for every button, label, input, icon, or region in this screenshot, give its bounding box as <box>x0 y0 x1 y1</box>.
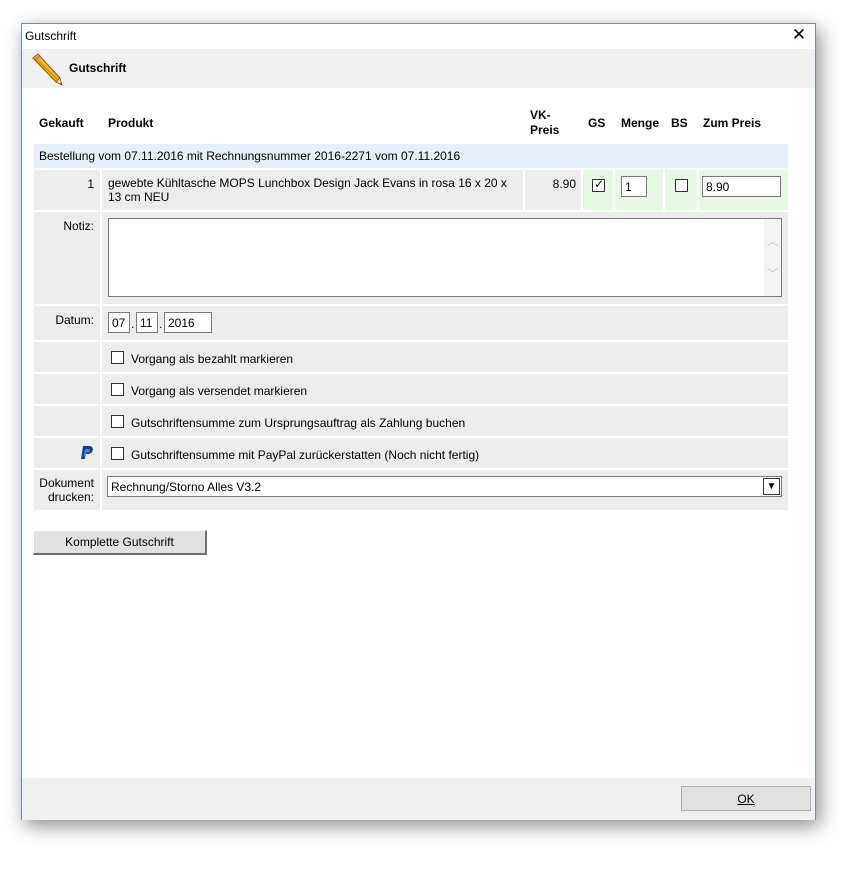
column-bs: BS <box>671 116 688 130</box>
item-menge-cell <box>615 170 663 210</box>
komplette-gutschrift-button[interactable]: Komplette Gutschrift <box>33 530 207 555</box>
option-row-zahlung: Gutschriftensumme zum Ursprungsauftrag a… <box>34 406 788 436</box>
check-mark-icon: ✓ <box>594 177 605 191</box>
dokument-selected: Rechnung/Storno Alles V3.2 <box>111 480 262 494</box>
notiz-row: Notiz: ︿ ﹀ <box>34 212 788 304</box>
datum-year-input[interactable] <box>164 312 212 333</box>
option-label-cell <box>34 342 100 372</box>
item-vk-preis-cell: 8.90 <box>525 170 581 210</box>
dokument-field-cell: Rechnung/Storno Alles V3.2 ▼ <box>102 470 788 510</box>
column-menge: Menge <box>621 116 660 130</box>
zum-preis-input[interactable] <box>702 176 781 197</box>
dokument-label-line1: Dokument <box>39 476 94 490</box>
order-description: Bestellung vom 07.11.2016 mit Rechnungsn… <box>39 149 461 163</box>
dialog-header: Gutschrift <box>22 49 815 88</box>
option-row-versendet: Vorgang als versendet markieren <box>34 374 788 404</box>
notiz-label-cell: Notiz: <box>34 212 100 304</box>
dokument-row: Dokument drucken: Rechnung/Storno Alles … <box>34 470 788 510</box>
column-gs: GS <box>588 116 606 130</box>
item-gs-cell: ✓ <box>583 170 613 210</box>
option-row-paypal: Gutschriftensumme mit PayPal zurückersta… <box>34 438 788 468</box>
datum-day-input[interactable] <box>108 312 130 333</box>
datum-row: Datum: . . <box>34 306 788 340</box>
item-row: 1 gewebte Kühltasche MOPS Lunchbox Desig… <box>34 170 788 210</box>
close-icon[interactable]: ✕ <box>791 26 807 44</box>
notiz-label: Notiz: <box>63 219 94 233</box>
ok-button[interactable]: OK <box>681 786 811 811</box>
order-info-row: Bestellung vom 07.11.2016 mit Rechnungsn… <box>34 144 788 168</box>
column-vk-preis-line2: Preis <box>530 123 560 137</box>
datum-separator: . <box>131 317 135 331</box>
dokument-select[interactable]: Rechnung/Storno Alles V3.2 ▼ <box>107 476 782 497</box>
paypal-icon-cell <box>34 438 100 468</box>
window-title: Gutschrift <box>25 29 77 43</box>
header-title: Gutschrift <box>69 61 127 75</box>
item-bs-cell <box>665 170 697 210</box>
dokument-label-line2: drucken: <box>47 490 94 504</box>
option-field-cell: Vorgang als versendet markieren <box>102 374 788 404</box>
datum-separator: . <box>159 317 163 331</box>
item-zum-preis-cell <box>699 170 788 210</box>
item-gekauft-cell: 1 <box>34 170 100 210</box>
bezahlt-checkbox[interactable] <box>111 351 124 364</box>
item-gekauft: 1 <box>87 177 94 191</box>
option-field-cell: Gutschriftensumme zum Ursprungsauftrag a… <box>102 406 788 436</box>
datum-label-cell: Datum: <box>34 306 100 340</box>
menge-input[interactable] <box>621 176 647 197</box>
datum-month-input[interactable] <box>136 312 158 333</box>
notiz-field-cell: ︿ ﹀ <box>102 212 788 304</box>
scroll-up-icon[interactable]: ︿ <box>766 233 779 248</box>
bs-checkbox[interactable] <box>675 179 688 192</box>
gutschrift-dialog: Gutschrift ✕ Gutschrift Gekauft Produkt … <box>21 23 816 820</box>
pencil-icon <box>32 53 63 86</box>
column-zum-preis: Zum Preis <box>703 116 762 130</box>
gs-checkbox[interactable]: ✓ <box>592 177 605 192</box>
item-produkt-cell: gewebte Kühltasche MOPS Lunchbox Design … <box>102 170 523 210</box>
paypal-icon <box>81 446 93 459</box>
option-label-cell <box>34 374 100 404</box>
versendet-checkbox[interactable] <box>111 383 124 396</box>
option-field-cell: Vorgang als bezahlt markieren <box>102 342 788 372</box>
chevron-down-icon[interactable]: ▼ <box>763 478 780 495</box>
zahlung-checkbox[interactable] <box>111 415 124 428</box>
dialog-footer: OK <box>22 778 815 820</box>
dokument-label-cell: Dokument drucken: <box>34 470 100 510</box>
title-bar: Gutschrift ✕ <box>22 24 815 48</box>
bezahlt-label[interactable]: Vorgang als bezahlt markieren <box>131 352 293 366</box>
notiz-scrollbar[interactable]: ︿ ﹀ <box>764 219 781 296</box>
option-label-cell <box>34 406 100 436</box>
scroll-down-icon[interactable]: ﹀ <box>766 265 779 280</box>
versendet-label[interactable]: Vorgang als versendet markieren <box>131 384 307 398</box>
option-row-bezahlt: Vorgang als bezahlt markieren <box>34 342 788 372</box>
zahlung-label[interactable]: Gutschriftensumme zum Ursprungsauftrag a… <box>131 416 465 430</box>
paypal-checkbox[interactable] <box>111 447 124 460</box>
column-produkt: Produkt <box>108 116 154 130</box>
paypal-label[interactable]: Gutschriftensumme mit PayPal zurückersta… <box>131 448 479 462</box>
datum-label: Datum: <box>55 313 94 327</box>
item-produkt: gewebte Kühltasche MOPS Lunchbox Design … <box>108 176 507 204</box>
column-gekauft: Gekauft <box>39 116 84 130</box>
column-vk-preis-line1: VK- <box>530 108 551 122</box>
option-field-cell: Gutschriftensumme mit PayPal zurückersta… <box>102 438 788 468</box>
item-vk-preis: 8.90 <box>552 177 576 191</box>
datum-field-cell: . . <box>102 306 788 340</box>
notiz-textarea[interactable] <box>108 218 782 297</box>
